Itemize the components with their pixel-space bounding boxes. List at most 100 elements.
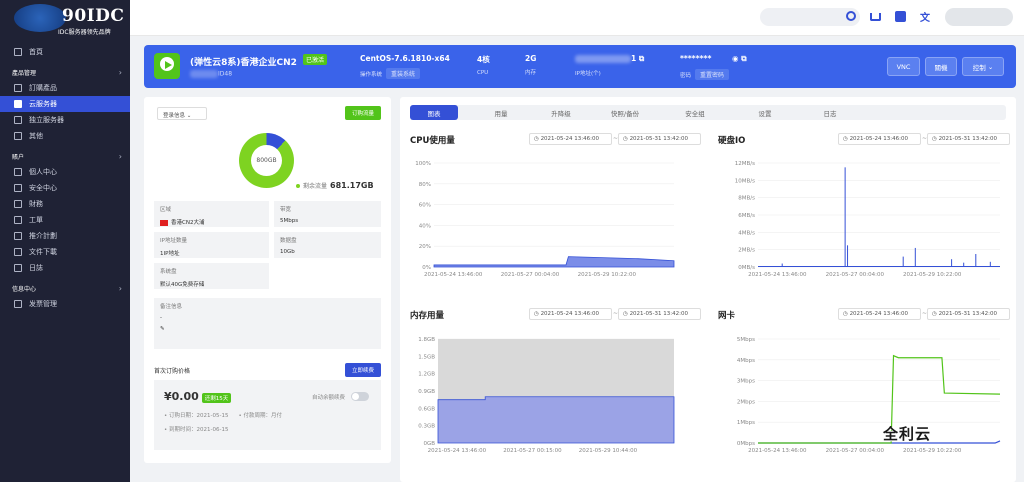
chevron-icon: › [118, 151, 122, 161]
y-tick-label: 80% [419, 182, 431, 188]
server-title: (弹性云8系)香港企业CN2 [190, 58, 297, 68]
sidebar-item[interactable]: 工單 [0, 212, 130, 228]
sidebar-item[interactable]: 個人中心 [0, 164, 130, 180]
y-tick-label: 0% [422, 265, 431, 271]
x-tick-label: 2021-05-29 10:22:00 [903, 448, 962, 454]
sidebar-item-label: 訂購產品 [29, 84, 57, 92]
memory-date-to[interactable]: ◷ 2021-05-31 13:42:00 [618, 308, 701, 320]
sidebar-item[interactable]: 安全中心 [0, 180, 130, 196]
chevron-icon: › [118, 283, 122, 293]
sidebar-item[interactable]: 独立服务器 [0, 112, 130, 128]
message-icon[interactable] [895, 11, 906, 22]
renew-button[interactable]: 立即续费 [344, 363, 381, 377]
sidebar-item-label: 发票管理 [29, 300, 57, 308]
brand-tagline: IDC服务器领先品牌 [58, 29, 111, 36]
user-icon [14, 168, 22, 176]
sidebar-item[interactable]: 財務 [0, 196, 130, 212]
os-value: CentOS-7.6.1810-x64 [360, 54, 450, 63]
y-tick-label: 0MB/s [738, 265, 755, 271]
disk-date-from[interactable]: ◷ 2021-05-24 13:46:00 [838, 133, 921, 145]
cart-icon[interactable] [870, 13, 881, 21]
x-tick-label: 2021-05-27 00:04:00 [826, 448, 885, 454]
sidebar: 90IDC IDC服务器领先品牌 首頁產品管理 › 訂購產品云服务器独立服务器其他賬… [0, 0, 130, 482]
sidebar-item-label: 独立服务器 [29, 116, 64, 124]
vnc-button[interactable]: VNC [887, 57, 920, 76]
cpu-chart: 100% 80% 60% 40% 20% 0%2021-05-24 13:46:00 202… [415, 161, 675, 278]
sidebar-item[interactable]: 首頁 [0, 44, 130, 60]
copy-icon[interactable]: ⧉ [639, 54, 644, 63]
x-tick-label: 2021-05-24 13:46:00 [748, 272, 807, 278]
y-tick-label: 5Mbps [737, 337, 755, 343]
tab-item[interactable]: 升降级 [541, 105, 581, 120]
reset-password-button[interactable]: 重置密码 [695, 69, 730, 80]
order-traffic-button[interactable]: 订购流量 [344, 106, 381, 120]
x-tick-label: 2021-05-27 00:15:00 [503, 448, 562, 454]
ip-info: 1 ⧉ IP地址(个) [575, 54, 644, 77]
y-tick-label: 0.6GB [418, 406, 435, 412]
network-date-from[interactable]: ◷ 2021-05-24 13:46:00 [838, 308, 921, 320]
control-dropdown[interactable]: 控制 ⌄ [962, 57, 1004, 76]
tab-item[interactable]: 设置 [745, 105, 785, 120]
search-icon[interactable] [846, 11, 856, 21]
y-tick-label: 60% [419, 203, 431, 209]
sidebar-section[interactable]: 信息中心 › [0, 280, 130, 296]
sidebar-section[interactable]: 賬户 › [0, 148, 130, 164]
y-tick-label: 10MB/s [735, 178, 755, 184]
sidebar-item[interactable]: 文件下載 [0, 244, 130, 260]
shutdown-button[interactable]: 關機 [925, 57, 957, 76]
eye-icon[interactable]: ◉ [732, 54, 739, 63]
sidebar-item-label: 工單 [29, 216, 43, 224]
server-banner: (弹性云8系)香港企业CN2 已激活 ID48 CentOS-7.6.1810-… [144, 45, 1016, 88]
price-label: 首次订购价格 [154, 368, 191, 375]
os-label: 操作系统 [360, 72, 383, 78]
sidebar-item[interactable]: 发票管理 [0, 296, 130, 312]
tab-item[interactable]: 用量 [481, 105, 521, 120]
y-tick-label: 4Mbps [737, 358, 755, 364]
x-tick-label: 2021-05-27 00:04:00 [501, 272, 560, 278]
user-menu[interactable] [945, 8, 1013, 26]
chevron-icon: › [118, 67, 122, 77]
tab-item[interactable]: 快照/备份 [605, 105, 645, 120]
x-tick-label: 2021-05-29 10:44:00 [579, 448, 638, 454]
network-date-to[interactable]: ◷ 2021-05-31 13:42:00 [927, 308, 1010, 320]
tab-bar: 图表 用量 升降级 快照/备份 安全组 设置 日志 [410, 105, 1006, 120]
autorenew-toggle[interactable] [351, 392, 369, 401]
translate-icon[interactable]: 文 [920, 9, 931, 24]
sidebar-item[interactable]: 其他 [0, 128, 130, 144]
reinstall-button[interactable]: 重装系统 [386, 68, 421, 79]
cpu-date-to[interactable]: ◷ 2021-05-31 13:42:00 [618, 133, 701, 145]
sidebar-item[interactable]: 云服务器 [0, 96, 130, 112]
password-info: ******** ◉ ⧉ 密码 重置密码 [680, 54, 747, 80]
y-tick-label: 1.5GB [418, 354, 435, 360]
network-chart: 5Mbps 4Mbps 3Mbps 2Mbps 1Mbps 0Mbps2021-05-24… [737, 337, 1001, 454]
chevron-down-icon: ⌄ [987, 62, 994, 71]
datadisk-box: 数据盘 10Gb [274, 232, 381, 258]
network-chart-title: 网卡 [718, 311, 736, 321]
sidebar-item[interactable]: 推介計劃 [0, 228, 130, 244]
y-tick-label: 6MB/s [738, 213, 755, 219]
y-tick-label: 4MB/s [738, 230, 755, 236]
sidebar-item[interactable]: 日誌 [0, 260, 130, 276]
copy-icon[interactable]: ⧉ [741, 54, 746, 63]
ticket-icon [14, 216, 22, 224]
disk-chart-title: 硬盘IO [718, 136, 746, 146]
memory-date-from[interactable]: ◷ 2021-05-24 13:46:00 [529, 308, 612, 320]
disk-date-to[interactable]: ◷ 2021-05-31 13:42:00 [927, 133, 1010, 145]
brand-name: 90IDC [62, 6, 125, 26]
tab-item[interactable]: 日志 [810, 105, 850, 120]
edit-icon[interactable]: ✎ [160, 326, 375, 332]
tab-item[interactable]: 安全组 [675, 105, 715, 120]
logo[interactable]: 90IDC IDC服务器领先品牌 [0, 0, 130, 38]
sidebar-section-label: 信息中心 [12, 285, 37, 293]
search-input[interactable] [760, 8, 860, 26]
cpu-date-from[interactable]: ◷ 2021-05-24 13:46:00 [529, 133, 612, 145]
sidebar-section[interactable]: 產品管理 › [0, 64, 130, 80]
home-icon [14, 48, 22, 56]
login-info-select[interactable]: 登录信息 ⌄ [157, 107, 207, 120]
y-tick-label: 8MB/s [738, 196, 755, 202]
y-tick-label: 12MB/s [735, 161, 755, 167]
traffic-legend: 剩余流量 681.17GB [296, 181, 374, 190]
tab-item[interactable]: 图表 [410, 105, 458, 120]
sidebar-item[interactable]: 訂購產品 [0, 80, 130, 96]
log-icon [14, 264, 22, 272]
